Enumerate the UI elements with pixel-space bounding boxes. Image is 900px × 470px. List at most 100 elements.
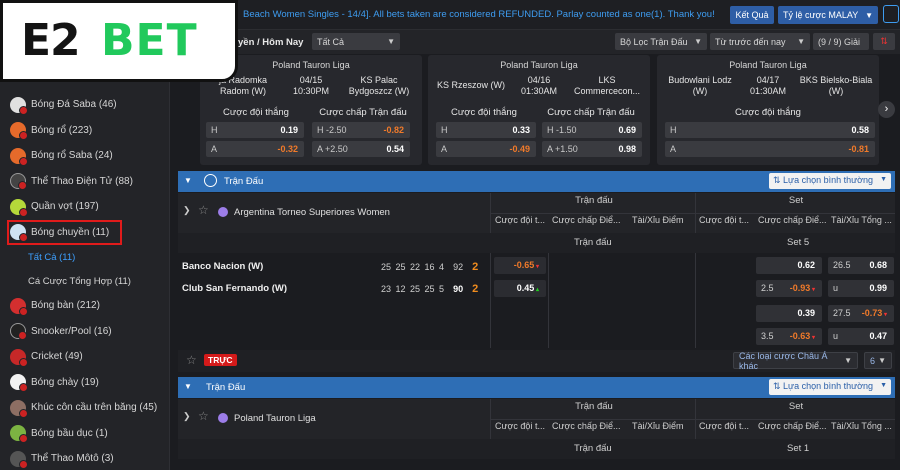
chevron-down-icon: ▼: [694, 37, 702, 46]
sidebar-item-label: Bóng rổ (223): [31, 124, 93, 136]
odds-button[interactable]: H -2.50 -0.82: [312, 122, 410, 138]
match-filter-select[interactable]: Bộ Lọc Trận Đấu ▼: [615, 33, 707, 50]
sidebar-item-basketball[interactable]: Bóng rổ (223): [0, 118, 169, 144]
league-count-button[interactable]: (9 / 9) Giải: [813, 33, 869, 50]
card-away-team: BKS Bielsko-Biala (W): [799, 75, 873, 96]
sidebar-item-snooker[interactable]: Snooker/Pool (16): [0, 319, 169, 345]
odds-button[interactable]: 3.5 -0.63: [756, 328, 822, 345]
sidebar-item-esports[interactable]: Thể Thao Điện Tử (88): [0, 169, 169, 195]
results-button[interactable]: Kết Quả: [730, 6, 774, 24]
chevron-down-icon[interactable]: ▼: [184, 176, 192, 185]
football-icon: [10, 96, 28, 115]
sidebar-item-rugby[interactable]: Bóng bầu dục (1): [0, 421, 169, 447]
gamepad-icon: [10, 173, 27, 191]
sidebar-item-saba-basketball[interactable]: Bóng rổ Saba (24): [0, 143, 169, 169]
view-select[interactable]: ⇅ Lựa chọn bình thường ▼: [769, 379, 891, 395]
sort-order-icon[interactable]: ⇅: [873, 33, 895, 50]
odds-button[interactable]: 0.39: [756, 305, 822, 322]
odds-type-select[interactable]: Tỷ lệ cược MALAY ▼: [778, 6, 878, 24]
sidebar-item-motorsport[interactable]: Thể Thao Môtô (3): [0, 446, 169, 470]
favorite-star-icon[interactable]: ☆: [186, 353, 197, 367]
odds-button[interactable]: 0.62: [756, 257, 822, 274]
favorite-star-icon[interactable]: ☆: [198, 203, 209, 217]
logo-text-bet: BET: [101, 15, 198, 66]
section-header[interactable]: ▼ Trận Đấu ⇅ Lựa chọn bình thường ▼: [178, 377, 895, 398]
current-set-score: 2: [472, 283, 479, 295]
odds-value: 0.58: [851, 125, 869, 135]
chevron-down-icon[interactable]: ▼: [184, 382, 192, 391]
league-name: Argentina Torneo Superiores Women: [234, 207, 390, 218]
collapse-chevron-icon[interactable]: ❯: [183, 205, 191, 216]
cricket-ball-icon: [10, 348, 28, 367]
sidebar-subitem-all[interactable]: Tất Cả (11): [0, 245, 169, 269]
featured-match-card[interactable]: Poland Tauron Liga KS Rzeszow (W) 04/16 0…: [428, 55, 650, 165]
card-datetime: 04/16 01:30AM: [510, 75, 568, 97]
odds-key: A: [441, 144, 448, 154]
odds-button[interactable]: 0.45: [494, 280, 546, 297]
featured-match-card[interactable]: Poland Tauron Liga Budowlani Lodz (W) 04…: [657, 55, 879, 165]
card-league: Poland Tauron Liga: [729, 60, 807, 70]
odds-key: A: [670, 144, 677, 154]
card-datetime: 04/17 01:30AM: [739, 75, 797, 97]
set-scores-home: 25 25 22 16 4 92 2: [381, 261, 478, 273]
view-select[interactable]: ⇅ Lựa chọn bình thường ▼: [769, 173, 891, 189]
set-scores: 25 25 22 16 4: [381, 262, 445, 272]
section-header[interactable]: ▼ Trận Đấu ⇅ Lựa chọn bình thường ▼: [178, 171, 895, 192]
favorite-star-icon[interactable]: ☆: [198, 409, 209, 423]
odds-value: -0.65: [514, 260, 539, 270]
column-header: Cược đội t...: [699, 421, 749, 431]
chevron-down-icon: ▼: [878, 356, 886, 365]
chevron-right-icon[interactable]: ›: [878, 101, 895, 118]
odds-button[interactable]: 27.5 -0.73: [828, 305, 894, 322]
more-bets-select[interactable]: Các loại cược Châu Á khác ▼: [733, 351, 858, 371]
sidebar-item-saba-football[interactable]: Bóng Đá Saba (46): [0, 92, 169, 118]
country-flag-icon: [218, 413, 228, 423]
sidebar-item-ice-hockey[interactable]: Khúc côn cầu trên băng (45): [0, 395, 169, 421]
odds-key: A +2.50: [317, 144, 348, 154]
card-label-handicap: Cược chấp Trận đấu: [319, 107, 407, 118]
sort-select[interactable]: Từ trước đến nay ▼: [710, 33, 810, 50]
odds-button[interactable]: H 0.58: [665, 122, 875, 138]
sidebar-item-cricket[interactable]: Cricket (49): [0, 344, 169, 370]
more-count-label: 6: [870, 355, 876, 366]
odds-button[interactable]: A +1.50 0.98: [542, 141, 642, 157]
odds-button[interactable]: u 0.47: [828, 328, 894, 345]
odds-button[interactable]: 26.5 0.68: [828, 257, 894, 274]
odds-button[interactable]: H -1.50 0.69: [542, 122, 642, 138]
sport-list: Bóng Đá Saba (46) Bóng rổ (223) Bóng rổ …: [0, 92, 169, 470]
sidebar-item-volleyball[interactable]: Bóng chuyền (11): [7, 219, 122, 245]
logo-text-e2: E2: [21, 15, 81, 66]
country-flag-icon: [218, 207, 228, 217]
user-avatar-icon[interactable]: [883, 5, 899, 23]
odds-button[interactable]: 2.5 -0.93: [756, 280, 822, 297]
sidebar-item-label: Thể Thao Điện Tử (88): [31, 175, 133, 187]
sidebar-item-table-tennis[interactable]: Bóng bàn (212): [0, 293, 169, 319]
sidebar-item-baseball[interactable]: Bóng chày (19): [0, 370, 169, 396]
odds-button[interactable]: A +2.50 0.54: [312, 141, 410, 157]
odds-value: 0.54: [386, 144, 404, 154]
odds-button[interactable]: u 0.99: [828, 280, 894, 297]
odds-button[interactable]: H 0.33: [436, 122, 536, 138]
odds-button[interactable]: A -0.32: [206, 141, 304, 157]
sidebar-item-tennis[interactable]: Quần vợt (197): [0, 194, 169, 220]
view-select-label: Lựa chọn bình thường: [783, 175, 874, 185]
odds-button[interactable]: A -0.49: [436, 141, 536, 157]
more-count-select[interactable]: 6 ▼: [864, 352, 892, 369]
sidebar-item-label: Bóng chuyền (11): [31, 226, 110, 238]
odds-value: -0.93: [790, 283, 815, 293]
market-select[interactable]: Tất Cả ▼: [312, 33, 400, 50]
odds-key: 26.5: [833, 260, 851, 270]
sidebar-item-label: Bóng rổ Saba (24): [31, 150, 113, 162]
odds-button[interactable]: -0.65: [494, 257, 546, 274]
odds-value: 0.47: [869, 331, 887, 341]
odds-button[interactable]: H 0.19: [206, 122, 304, 138]
chevron-down-icon: ▼: [844, 356, 852, 365]
odds-type-label: Tỷ lệ cược MALAY: [783, 10, 859, 20]
odds-key: 2.5: [761, 283, 774, 293]
match-filter-label: Bộ Lọc Trận Đấu: [620, 36, 688, 47]
odds-value: -0.63: [790, 331, 815, 341]
odds-button[interactable]: A -0.81: [665, 141, 875, 157]
sidebar-subitem-outright[interactable]: Cá Cược Tổng Hợp (11): [0, 269, 169, 293]
collapse-chevron-icon[interactable]: ❯: [183, 411, 191, 422]
odds-key: u: [833, 283, 839, 293]
